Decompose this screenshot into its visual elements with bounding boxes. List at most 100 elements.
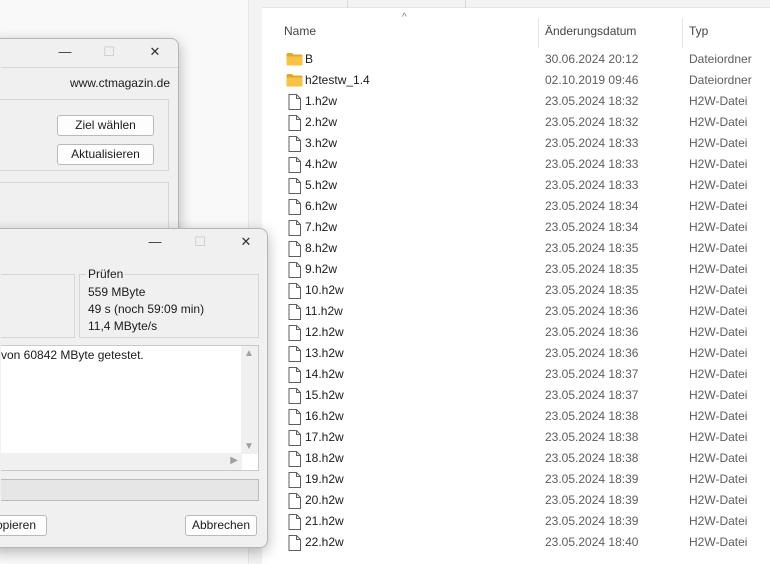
file-name: 7.h2w xyxy=(305,220,338,234)
file-row[interactable]: 17.h2w 23.05.2024 18:38 H2W-Datei xyxy=(262,427,770,448)
file-icon xyxy=(288,199,301,218)
file-row[interactable]: 11.h2w 23.05.2024 18:36 H2W-Datei xyxy=(262,301,770,322)
file-row[interactable]: 18.h2w 23.05.2024 18:38 H2W-Datei xyxy=(262,448,770,469)
verify-speed: 11,4 MByte/s xyxy=(88,319,158,333)
file-row[interactable]: 4.h2w 23.05.2024 18:33 H2W-Datei xyxy=(262,154,770,175)
vertical-scrollbar[interactable]: ▲ ▼ xyxy=(241,346,258,454)
file-name: 2.h2w xyxy=(305,115,338,129)
column-type[interactable]: Typ xyxy=(689,18,769,44)
file-name: 17.h2w xyxy=(305,430,344,444)
maximize-icon: ☐ xyxy=(103,44,115,59)
file-row[interactable]: 12.h2w 23.05.2024 18:36 H2W-Datei xyxy=(262,322,770,343)
file-type: H2W-Datei xyxy=(689,430,748,444)
file-icon xyxy=(288,409,301,428)
file-icon xyxy=(288,241,301,260)
file-list: ^ Name Änderungsdatum Typ B 30.06.2024 20… xyxy=(262,8,770,564)
file-row[interactable]: 3.h2w 23.05.2024 18:33 H2W-Datei xyxy=(262,133,770,154)
file-type: H2W-Datei xyxy=(689,451,748,465)
log-textarea[interactable]: von 60842 MByte getestet. ▲ ▼ ▶ xyxy=(1,345,259,471)
h2testw-progress-window: — ☐ ✕ Prüfen 559 MByte 49 s (noch 59:09 … xyxy=(0,228,268,548)
file-name: 9.h2w xyxy=(305,262,338,276)
file-type: H2W-Datei xyxy=(689,367,748,381)
minimize-icon[interactable]: — xyxy=(145,232,165,252)
cancel-button[interactable]: Abbrechen xyxy=(185,515,257,536)
file-type: H2W-Datei xyxy=(689,199,748,213)
file-row[interactable]: 15.h2w 23.05.2024 18:37 H2W-Datei xyxy=(262,385,770,406)
file-row[interactable]: 14.h2w 23.05.2024 18:37 H2W-Datei xyxy=(262,364,770,385)
file-icon xyxy=(288,367,301,386)
maximize-icon: ☐ xyxy=(194,234,206,249)
verify-size: 559 MByte xyxy=(88,285,146,299)
file-row[interactable]: 7.h2w 23.05.2024 18:34 H2W-Datei xyxy=(262,217,770,238)
file-row[interactable]: 13.h2w 23.05.2024 18:36 H2W-Datei xyxy=(262,343,770,364)
file-name: 19.h2w xyxy=(305,472,344,486)
file-date: 23.05.2024 18:39 xyxy=(545,472,639,486)
column-name[interactable]: Name xyxy=(284,18,534,44)
file-row[interactable]: 22.h2w 23.05.2024 18:40 H2W-Datei xyxy=(262,532,770,553)
file-name: 14.h2w xyxy=(305,367,344,381)
scroll-up-icon[interactable]: ▲ xyxy=(244,348,254,359)
column-header: ^ Name Änderungsdatum Typ xyxy=(262,12,770,48)
copy-button[interactable]: opieren xyxy=(0,515,47,536)
file-name: 11.h2w xyxy=(305,304,343,318)
file-type: H2W-Datei xyxy=(689,115,748,129)
file-name: 10.h2w xyxy=(305,283,344,297)
file-name: 1.h2w xyxy=(305,94,338,108)
file-date: 23.05.2024 18:38 xyxy=(545,409,639,423)
file-date: 23.05.2024 18:33 xyxy=(545,178,639,192)
file-type: H2W-Datei xyxy=(689,304,748,318)
file-date: 23.05.2024 18:38 xyxy=(545,430,639,444)
file-icon xyxy=(288,304,301,323)
file-row[interactable]: 5.h2w 23.05.2024 18:33 H2W-Datei xyxy=(262,175,770,196)
file-date: 02.10.2019 09:46 xyxy=(545,73,639,87)
file-row[interactable]: 10.h2w 23.05.2024 18:35 H2W-Datei xyxy=(262,280,770,301)
write-group xyxy=(1,274,75,338)
file-type: Dateiordner xyxy=(689,73,752,87)
file-icon xyxy=(288,262,301,281)
file-name: 18.h2w xyxy=(305,451,344,465)
file-row[interactable]: 16.h2w 23.05.2024 18:38 H2W-Datei xyxy=(262,406,770,427)
verify-time: 49 s (noch 59:09 min) xyxy=(88,302,205,316)
main-window-titlebar[interactable]: — ☐ ✕ xyxy=(0,39,178,65)
minimize-icon[interactable]: — xyxy=(55,42,75,62)
file-name: 4.h2w xyxy=(305,157,338,171)
column-date[interactable]: Änderungsdatum xyxy=(545,18,680,44)
file-row[interactable]: 2.h2w 23.05.2024 18:32 H2W-Datei xyxy=(262,112,770,133)
file-icon xyxy=(288,283,301,302)
file-date: 23.05.2024 18:38 xyxy=(545,451,639,465)
horizontal-scrollbar[interactable]: ▶ xyxy=(1,453,242,470)
file-row[interactable]: 21.h2w 23.05.2024 18:39 H2W-Datei xyxy=(262,511,770,532)
file-date: 23.05.2024 18:40 xyxy=(545,535,639,549)
file-icon xyxy=(288,514,301,533)
file-row[interactable]: B 30.06.2024 20:12 Dateiordner xyxy=(262,49,770,70)
file-date: 23.05.2024 18:35 xyxy=(545,283,639,297)
file-icon xyxy=(288,451,301,470)
website-label: www.ctmagazin.de xyxy=(69,76,170,90)
file-row[interactable]: 9.h2w 23.05.2024 18:35 H2W-Datei xyxy=(262,259,770,280)
file-icon xyxy=(288,493,301,512)
file-row[interactable]: 8.h2w 23.05.2024 18:35 H2W-Datei xyxy=(262,238,770,259)
file-icon xyxy=(288,94,301,113)
close-icon[interactable]: ✕ xyxy=(145,42,165,62)
file-row[interactable]: 20.h2w 23.05.2024 18:39 H2W-Datei xyxy=(262,490,770,511)
file-row[interactable]: 6.h2w 23.05.2024 18:34 H2W-Datei xyxy=(262,196,770,217)
file-row[interactable]: h2testw_1.4 02.10.2019 09:46 Dateiordner xyxy=(262,70,770,91)
verify-group-label: Prüfen xyxy=(86,267,126,281)
log-line: von 60842 MByte getestet. xyxy=(1,348,144,362)
file-name: 5.h2w xyxy=(305,178,338,192)
progress-window-titlebar[interactable]: — ☐ ✕ xyxy=(0,229,267,255)
refresh-button[interactable]: Aktualisieren xyxy=(57,144,154,165)
scroll-right-icon[interactable]: ▶ xyxy=(230,455,238,466)
file-date: 23.05.2024 18:36 xyxy=(545,346,639,360)
file-name: 20.h2w xyxy=(305,493,344,507)
file-type: H2W-Datei xyxy=(689,346,748,360)
scroll-down-icon[interactable]: ▼ xyxy=(244,441,254,452)
close-icon[interactable]: ✕ xyxy=(236,232,256,252)
file-date: 23.05.2024 18:39 xyxy=(545,493,639,507)
file-icon xyxy=(288,115,301,134)
file-row[interactable]: 19.h2w 23.05.2024 18:39 H2W-Datei xyxy=(262,469,770,490)
folder-icon xyxy=(286,73,303,90)
file-row[interactable]: 1.h2w 23.05.2024 18:32 H2W-Datei xyxy=(262,91,770,112)
select-target-button[interactable]: Ziel wählen xyxy=(57,115,154,136)
file-name: 6.h2w xyxy=(305,199,338,213)
